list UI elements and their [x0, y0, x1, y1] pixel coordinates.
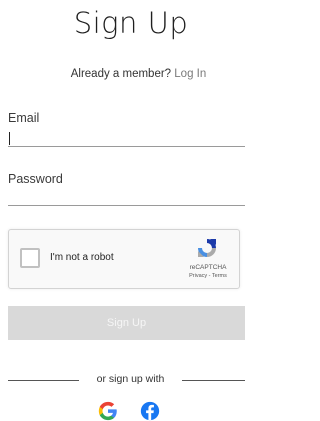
facebook-icon[interactable]: [140, 401, 160, 421]
recaptcha-brand: reCAPTCHA: [189, 264, 227, 271]
member-prompt-row: Already a member? Log In: [0, 68, 277, 80]
google-icon[interactable]: [98, 401, 118, 421]
divider-line-right: [182, 380, 245, 381]
text-cursor: [9, 132, 10, 145]
divider-text: or sign up with: [96, 373, 165, 385]
login-link[interactable]: Log In: [174, 68, 206, 80]
password-field[interactable]: [8, 189, 245, 206]
page-title: Sign Up: [73, 6, 189, 40]
email-label: Email: [8, 111, 40, 125]
social-divider: or sign up with: [8, 373, 245, 387]
recaptcha-logo-icon: [198, 239, 216, 257]
divider-line-left: [8, 380, 79, 381]
member-prompt-text: Already a member?: [70, 68, 172, 80]
recaptcha-checkbox[interactable]: [20, 248, 40, 268]
sign-up-button[interactable]: Sign Up: [8, 306, 245, 340]
email-field[interactable]: [8, 130, 245, 147]
recaptcha-widget: I'm not a robot reCAPTCHA Privacy - Term…: [8, 229, 240, 289]
recaptcha-terms[interactable]: Privacy - Terms: [179, 273, 237, 279]
recaptcha-label: I'm not a robot: [50, 252, 114, 263]
password-label: Password: [8, 172, 63, 186]
